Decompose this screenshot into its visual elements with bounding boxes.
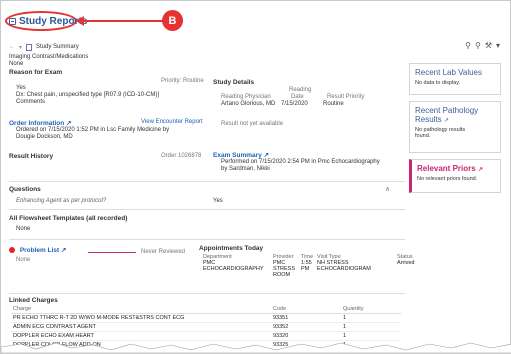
charge-name: PR ECHO TTHRC R-T 2D W/WO M-MODE REST&ST… bbox=[11, 313, 271, 323]
exam-summary-header[interactable]: Exam Summary ↗ bbox=[213, 151, 269, 159]
col-quantity: Quantity bbox=[341, 305, 401, 314]
toolbar-actions: ⚲ ⚲ ⚒ ▾ bbox=[465, 41, 500, 50]
section-divider bbox=[9, 293, 405, 294]
reading-date-top: Reading bbox=[289, 87, 312, 93]
zoom-out-icon[interactable]: ⚲ bbox=[475, 41, 481, 50]
zoom-in-icon[interactable]: ⚲ bbox=[465, 41, 471, 50]
external-link-icon: ↗ bbox=[443, 118, 449, 124]
appt-department-2: ECHOCARDIOGRAPHY bbox=[203, 266, 264, 272]
callout-arrow-line bbox=[81, 20, 163, 22]
order-info-label: Order Information bbox=[9, 120, 65, 127]
external-link-icon: ↗ bbox=[66, 120, 72, 127]
questions-header: Questions bbox=[9, 186, 41, 193]
result-priority: Routine bbox=[323, 101, 344, 107]
collapse-icon[interactable]: ∧ bbox=[385, 185, 390, 193]
window-frame: Study Reports B ← ▾ Study Summary ⚲ ⚲ ⚒ … bbox=[0, 0, 511, 354]
comments-label: Comments bbox=[16, 99, 46, 105]
never-reviewed: Never Reviewed bbox=[141, 249, 186, 255]
reading-physician: Artano Glorious, MD bbox=[221, 101, 276, 107]
torn-edge bbox=[1, 342, 511, 353]
charge-code: 93351 bbox=[271, 313, 341, 323]
table-row[interactable]: PR ECHO TTHRC R-T 2D W/WO M-MODE REST&ST… bbox=[11, 313, 401, 323]
diagnosis-text: Dx: Chest pain, unspecified type [R07.9 … bbox=[16, 92, 160, 98]
study-summary-tab[interactable]: Study Summary bbox=[36, 44, 79, 50]
back-button[interactable]: ← bbox=[9, 44, 15, 50]
problem-list-label: Problem List bbox=[19, 247, 60, 254]
section-divider bbox=[9, 181, 405, 182]
contrast-label: Imaging Contrast/Medications bbox=[9, 54, 89, 60]
recent-lab-card[interactable]: Recent Lab Values No data to display. bbox=[409, 63, 501, 95]
col-reading-date: Date bbox=[291, 94, 304, 100]
appt-provider-3: ROOM bbox=[273, 272, 291, 278]
problem-list-header[interactable]: Problem List ↗ bbox=[9, 246, 66, 254]
external-link-icon: ↗ bbox=[61, 247, 67, 254]
flowsheet-header: All Flowsheet Templates (all recorded) bbox=[9, 215, 128, 222]
exam-performed-line1: Performed on 7/15/2020 2:54 PM in Pmc Ec… bbox=[221, 159, 380, 165]
question-answer: Yes bbox=[213, 198, 223, 204]
report-icon bbox=[9, 17, 16, 25]
appt-visit-2: ECHOCARDIOGRAM bbox=[317, 266, 371, 272]
nav-dropdown-button[interactable]: ▾ bbox=[19, 44, 22, 51]
appt-status: Arrived bbox=[397, 260, 415, 266]
pathology-text-2: found. bbox=[415, 133, 431, 139]
wrench-icon[interactable]: ⚒ bbox=[485, 41, 492, 50]
recent-lab-text: No data to display. bbox=[415, 80, 461, 86]
order-number: Order 1026878 bbox=[161, 153, 202, 159]
priority-label: Priority: Routine bbox=[161, 78, 204, 84]
appt-time-2: PM bbox=[301, 266, 310, 272]
pointer-line bbox=[88, 252, 136, 253]
toolbar: ← ▾ Study Summary bbox=[9, 41, 79, 53]
external-link-icon: ↗ bbox=[477, 167, 483, 173]
problem-list-icon bbox=[9, 247, 15, 254]
chevron-down-icon[interactable]: ▾ bbox=[496, 41, 500, 50]
result-history-header: Result History bbox=[9, 153, 54, 160]
contrast-value: None bbox=[9, 61, 24, 67]
relevant-priors-card[interactable]: Relevant Priors ↗ No relevant priors fou… bbox=[409, 159, 501, 193]
section-divider bbox=[9, 239, 405, 240]
col-charge: Charge bbox=[11, 305, 271, 314]
view-encounter-link[interactable]: View Encounter Report bbox=[141, 119, 203, 125]
result-not-available: Result not yet available bbox=[221, 121, 284, 127]
document-icon bbox=[26, 43, 33, 51]
problem-list-value: None bbox=[16, 257, 31, 263]
appointments-header: Appointments Today bbox=[199, 245, 264, 252]
priors-text: No relevant priors found. bbox=[417, 176, 478, 182]
col-reading-physician: Reading Physician bbox=[221, 94, 271, 100]
callout-marker: B bbox=[162, 10, 183, 31]
reason-yes: Yes bbox=[16, 85, 26, 91]
ordered-line-2: Dougie Dockson, MD bbox=[16, 134, 73, 140]
section-divider bbox=[9, 209, 405, 210]
recent-pathology-card[interactable]: Recent Pathology Results ↗ No pathology … bbox=[409, 101, 501, 153]
recent-lab-title: Recent Lab Values bbox=[415, 68, 483, 77]
priors-title-label: Relevant Priors bbox=[417, 164, 476, 173]
exam-performed-line2: by Sardman, Nikki bbox=[221, 166, 270, 172]
col-result-priority: Result Priority bbox=[327, 94, 365, 100]
order-info-header[interactable]: Order Information ↗ bbox=[9, 119, 72, 127]
pathology-title-1: Recent Pathology bbox=[415, 106, 479, 115]
reason-header: Reason for Exam bbox=[9, 69, 63, 76]
question-text: Enhancing Agent as per protocol? bbox=[16, 198, 107, 204]
pathology-title-2-label: Results bbox=[415, 115, 442, 124]
linked-charges-header: Linked Charges bbox=[9, 297, 58, 304]
charge-qty: 1 bbox=[341, 313, 401, 323]
external-link-icon: ↗ bbox=[263, 152, 270, 159]
flowsheet-value: None bbox=[16, 226, 31, 232]
reading-date: 7/15/2020 bbox=[281, 101, 308, 107]
exam-summary-label: Exam Summary bbox=[213, 152, 262, 159]
ordered-line-1: Ordered on 7/15/2020 1:52 PM in Lsc Fami… bbox=[16, 127, 170, 133]
priors-title: Relevant Priors ↗ bbox=[417, 164, 495, 173]
study-details-header: Study Details bbox=[213, 79, 255, 86]
appointment-row[interactable]: PMC ECHOCARDIOGRAPHY PMC STRESS ROOM 1:5… bbox=[201, 260, 416, 278]
appointments-table: Department Provider Time Visit Type Stat… bbox=[201, 254, 416, 278]
col-code: Code bbox=[271, 305, 341, 314]
pathology-title-2: Results ↗ bbox=[415, 115, 495, 124]
